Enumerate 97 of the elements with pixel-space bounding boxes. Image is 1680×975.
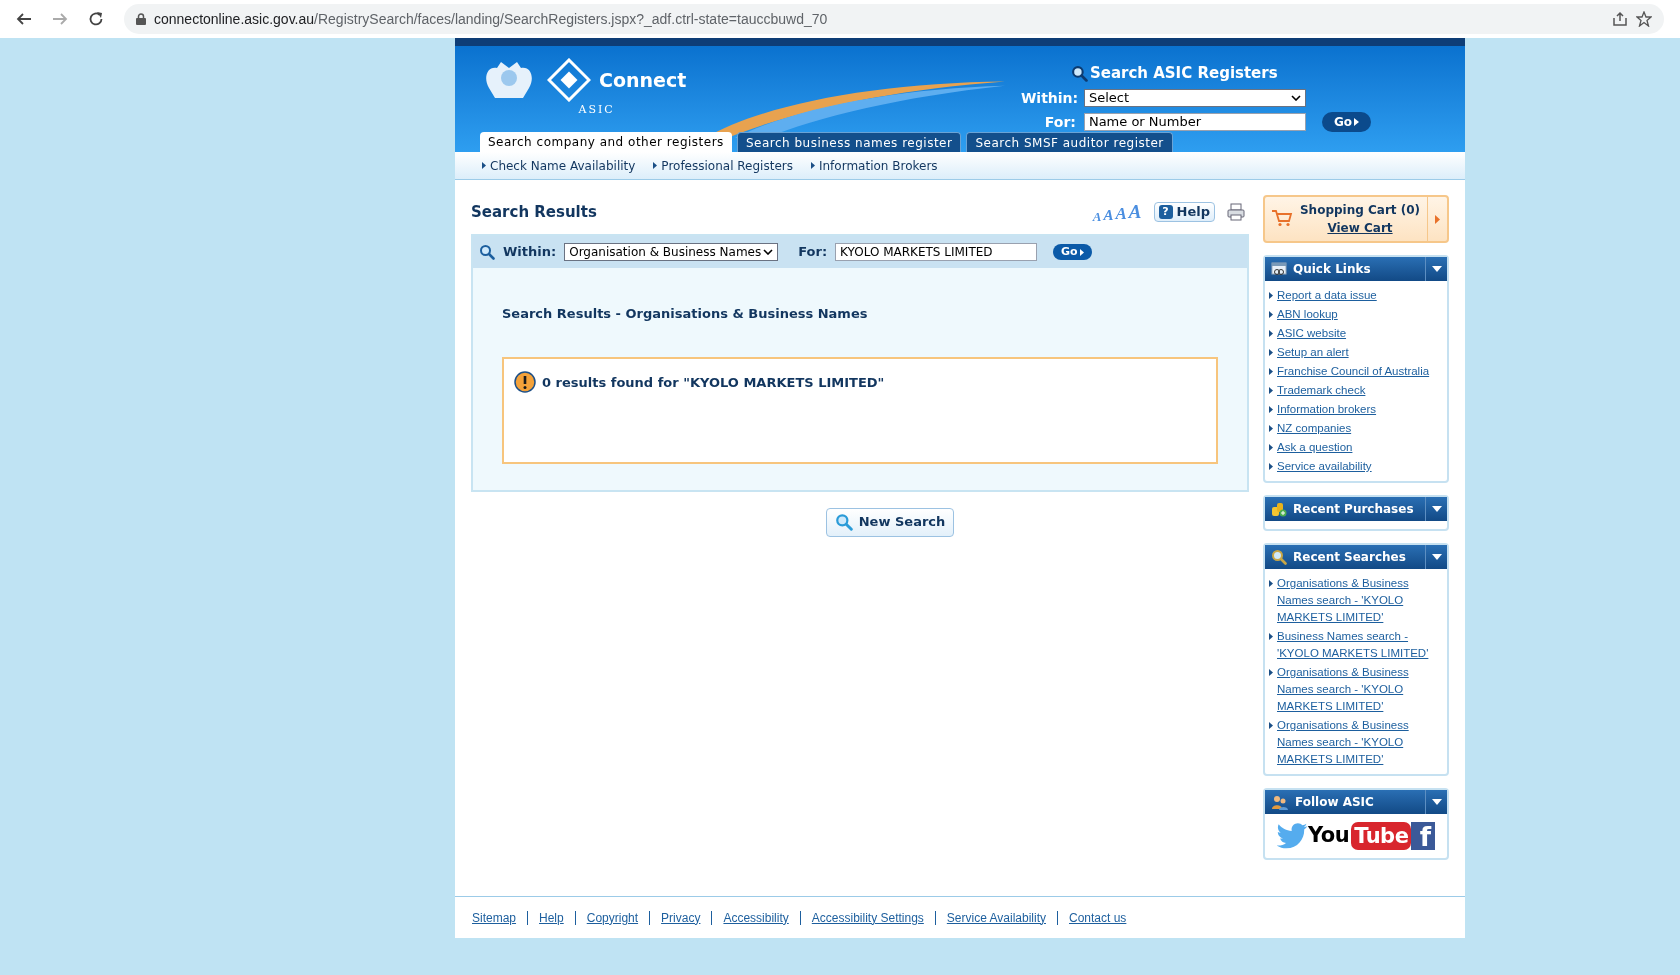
within-select[interactable]: Organisation & Business Names [564,243,779,261]
sidebar-link[interactable]: ABN lookup [1277,306,1338,323]
register-tab[interactable]: Search business names register [736,132,962,152]
caret-icon [1431,266,1442,272]
play-icon [1079,248,1084,256]
panel-title: Recent Purchases [1293,501,1414,518]
sidebar-link[interactable]: Ask a question [1277,439,1353,456]
play-icon [1354,118,1359,126]
register-tab[interactable]: Search company and other registers [480,132,732,152]
address-bar[interactable]: connectonline.asic.gov.au/RegistrySearch/faces/landing/SearchRegisters.jspx?_adf.ctrl-state=tauccbuwd_70 [124,4,1664,34]
footer-link[interactable]: Service Availability [946,908,1046,927]
subnav-link[interactable]: Information Brokers [818,156,938,175]
bullet-icon [1269,669,1273,676]
bullet-icon [482,161,486,169]
coins-icon [1271,501,1287,517]
for-label: For: [798,243,828,262]
help-button[interactable]: ? Help [1153,202,1215,222]
chevron-down-icon [1290,95,1301,101]
panel-title: Follow ASIC [1295,794,1374,811]
bullet-icon [1269,463,1273,470]
social-logo[interactable]: f [1411,822,1435,850]
within-label: Within: [503,243,557,262]
arrow-right-icon [1435,214,1440,224]
sidebar-link[interactable]: Organisations & Business Names search - 'KYOLO MARKETS LIMITED' [1277,575,1443,626]
search-icon [1271,549,1287,565]
sidebar-link[interactable]: Report a data issue [1277,287,1377,304]
sidebar-link[interactable]: NZ companies [1277,420,1352,437]
view-cart-link[interactable]: View Cart [1327,219,1393,237]
diamond-logo-icon [547,58,591,102]
chevron-down-icon [763,249,774,255]
footer-link[interactable]: Privacy [661,908,701,927]
panel-title: Quick Links [1293,261,1371,278]
bullet-icon [1269,722,1273,729]
search-icon [834,513,853,531]
within-select[interactable]: Select [1083,89,1306,107]
star-icon[interactable] [1636,11,1652,27]
sidebar-link[interactable]: Organisations & Business Names search - 'KYOLO MARKETS LIMITED' [1277,717,1443,768]
lock-icon [136,13,146,25]
panel-title: Recent Searches [1293,549,1406,566]
sidebar-link[interactable]: Organisations & Business Names search - 'KYOLO MARKETS LIMITED' [1277,664,1443,715]
search-input[interactable]: KYOLO MARKETS LIMITED [835,243,1038,261]
caret-icon [1431,506,1442,512]
sidebar-link[interactable]: Service availability [1277,458,1372,475]
bullet-icon [1269,425,1273,432]
agency-name: ASIC [578,102,615,118]
footer-link[interactable]: Copyright [586,908,639,927]
sidebar-link[interactable]: Franchise Council of Australia [1277,363,1430,380]
footer-link[interactable]: Sitemap [472,908,517,927]
within-label: Within: [1020,88,1076,108]
bullet-icon [1269,633,1273,640]
search-input[interactable]: Name or Number [1083,113,1306,131]
caret-icon [1431,554,1442,560]
sidebar-link[interactable]: Trademark check [1277,382,1366,399]
bullet-icon [1269,368,1273,375]
bullet-icon [1269,444,1273,451]
share-icon[interactable] [1612,11,1628,27]
bullet-icon [1269,330,1273,337]
footer-link[interactable]: Help [539,908,564,927]
register-tab[interactable]: Search SMSF auditor register [966,132,1173,152]
sidebar-link[interactable]: ASIC website [1277,325,1347,342]
print-icon[interactable] [1227,203,1245,221]
url-text: connectonline.asic.gov.au/RegistrySearch/faces/landing/SearchRegisters.jspx?_adf.ctrl-state=tauccbuwd_70 [154,9,828,29]
brand-name: Connect [599,67,687,93]
footer-link[interactable]: Accessibility Settings [811,908,924,927]
footer-link[interactable]: Accessibility [723,908,789,927]
bullet-icon [1269,406,1273,413]
bullet-icon [1269,311,1273,318]
go-button[interactable]: Go [1321,112,1371,132]
bullet-icon [1269,292,1273,299]
bullet-icon [653,161,658,169]
search-icon [1070,64,1088,82]
new-search-button[interactable]: New Search [825,507,955,537]
link-window-icon [1271,262,1287,276]
footer-link[interactable]: Contact us [1069,908,1127,927]
caret-icon [1431,799,1442,805]
people-icon [1271,794,1289,810]
bullet-icon [1269,580,1273,587]
reload-icon[interactable] [88,11,104,27]
search-title: Search ASIC Registers [1089,63,1278,84]
bullet-icon [1269,387,1273,394]
cart-icon [1271,209,1293,227]
sidebar-link[interactable]: Business Names search - 'KYOLO MARKETS LIMITED' [1277,628,1443,662]
sidebar-link[interactable]: Information brokers [1277,401,1377,418]
subnav-link[interactable]: Check Name Availability [490,156,636,175]
search-icon [479,244,495,260]
subnav-link[interactable]: Professional Registers [661,156,793,175]
no-results-message: 0 results found for "KYOLO MARKETS LIMITED" [542,373,885,392]
back-icon[interactable] [16,11,32,27]
results-heading: Search Results - Organisations & Business Names [502,305,869,323]
cart-title: Shopping Cart (0) [1299,202,1421,219]
go-button[interactable]: Go [1053,244,1092,260]
sidebar-link[interactable]: Setup an alert [1277,344,1349,361]
bullet-icon [810,161,815,169]
page-title: Search Results [471,201,597,223]
for-label: For: [1043,112,1076,132]
warning-icon [514,370,536,393]
bullet-icon [1269,349,1273,356]
